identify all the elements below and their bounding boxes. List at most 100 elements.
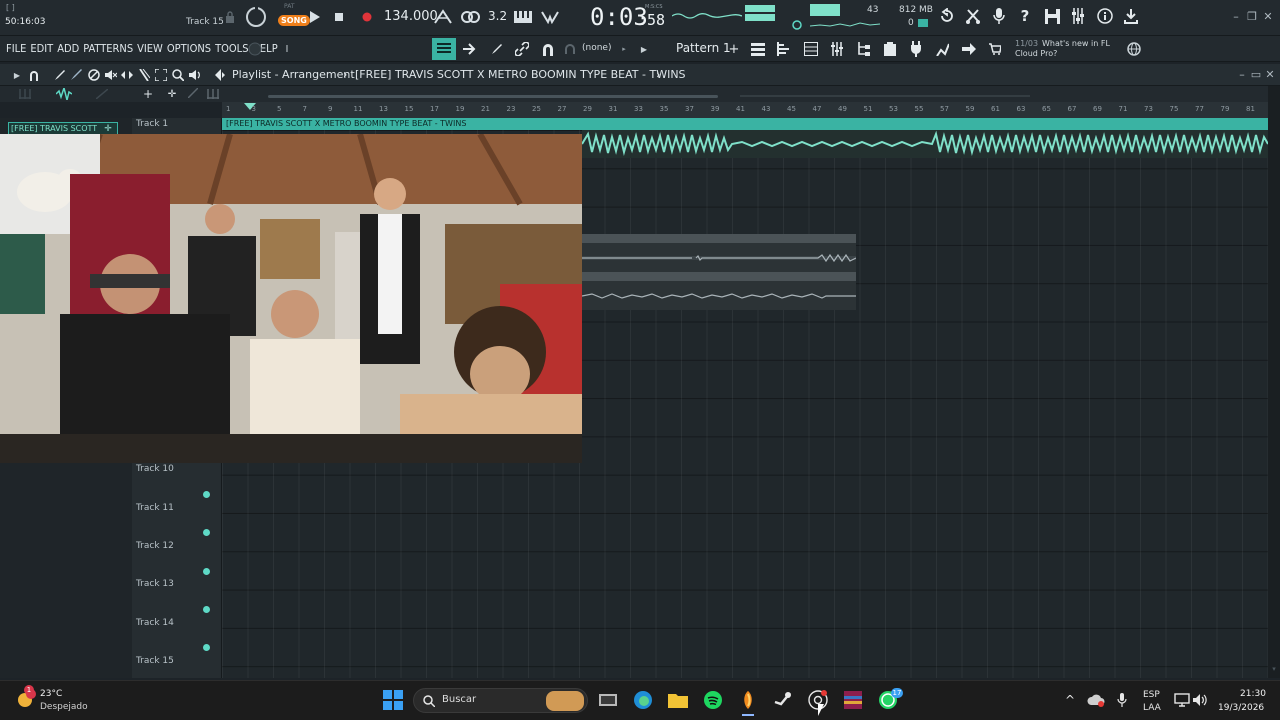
touch-controller-icon[interactable] [934, 41, 950, 57]
mode-pat-label[interactable]: PAT [284, 3, 295, 10]
lock-icon[interactable] [225, 11, 235, 23]
link-icon[interactable] [514, 41, 530, 57]
download-icon[interactable] [1122, 7, 1140, 25]
audio-preview-icon[interactable] [214, 68, 228, 82]
track-enable-led[interactable] [203, 529, 210, 536]
globe-icon[interactable] [1126, 41, 1142, 57]
track-label[interactable]: Track 1 [136, 119, 168, 129]
menu-tools[interactable]: TOOLS [215, 42, 248, 55]
zoom-scrollbar[interactable] [740, 95, 1030, 97]
vertical-scrollbar[interactable]: ▾ [1268, 86, 1280, 678]
menu-add[interactable]: ADD [57, 42, 79, 55]
playlist-window-icon[interactable] [803, 41, 819, 57]
browser-tree-icon[interactable] [856, 41, 872, 57]
magnet-snap-icon[interactable] [540, 41, 556, 57]
arrow-right-icon[interactable] [462, 41, 478, 57]
track-enable-led[interactable] [203, 491, 210, 498]
timeline-ruler[interactable]: 1 3 5 7 9 11 13 15 17 19 21 23 25 27 29 31 33 35 37 39 41 43 4… [222, 102, 1268, 118]
snap-dropdown-arrow[interactable]: ▸ [620, 44, 628, 54]
slip-tool-icon[interactable] [120, 68, 134, 82]
tempo-display[interactable]: 134.000 [384, 9, 438, 24]
slice-tool-icon[interactable] [137, 68, 151, 82]
menu-file[interactable]: FILE [6, 42, 26, 55]
file-explorer-icon[interactable] [666, 688, 690, 712]
step-edit-icon[interactable] [539, 8, 561, 26]
audio-clip-header[interactable]: [FREE] TRAVIS SCOTT X METRO BOOMIN TYPE … [222, 118, 1268, 130]
language-code[interactable]: ESP [1143, 690, 1160, 700]
channel-rack-icon[interactable] [750, 41, 766, 57]
metronome-icon[interactable] [433, 8, 453, 26]
news-headline-line2[interactable]: Cloud Pro? [1015, 49, 1057, 58]
help-icon[interactable]: ? [1016, 7, 1034, 25]
winrar-icon[interactable] [841, 688, 865, 712]
track-enable-led[interactable] [203, 568, 210, 575]
window-minimize-icon[interactable]: – [1228, 10, 1244, 24]
track-label[interactable]: Track 15 [136, 656, 174, 666]
scroll-arrows-icon[interactable]: ✛ [165, 87, 179, 101]
snap-select[interactable]: (none) [582, 43, 611, 53]
mixer-window-icon[interactable] [829, 41, 845, 57]
plugin-plug-icon[interactable] [908, 41, 924, 57]
tray-microphone-icon[interactable] [1110, 688, 1134, 712]
spotify-icon[interactable] [701, 688, 725, 712]
pattern-play-arrow[interactable]: ▶ [640, 44, 648, 54]
tray-overflow-icon[interactable]: ^ [1058, 688, 1082, 712]
menu-edit[interactable]: EDIT [30, 42, 53, 55]
undo-history-icon[interactable] [938, 7, 956, 25]
info-icon[interactable] [1096, 7, 1114, 25]
magnet-icon[interactable] [27, 68, 41, 82]
playlist-menu-arrow[interactable]: ▶ [12, 69, 22, 81]
edge-browser-icon[interactable] [631, 688, 655, 712]
pencil-tool-icon[interactable] [53, 68, 67, 82]
typing-keyboard-icon[interactable] [512, 8, 534, 26]
cut-icon[interactable] [964, 7, 982, 25]
track-label[interactable]: Track 14 [136, 618, 174, 628]
tray-cloud-icon[interactable] [1084, 688, 1108, 712]
playlist-close-icon[interactable]: ✕ [1262, 68, 1278, 82]
fl-studio-icon[interactable] [736, 688, 760, 712]
weather-desc[interactable]: Despejado [40, 702, 88, 712]
mixer-icon[interactable] [1069, 7, 1087, 25]
track-label[interactable]: Track 12 [136, 541, 174, 551]
weather-temp[interactable]: 23°C [40, 689, 62, 699]
loop-record-icon[interactable] [244, 5, 268, 29]
beat-display[interactable]: 3.2 [488, 9, 507, 23]
steam-icon[interactable] [771, 688, 795, 712]
main-pitch-knob[interactable] [246, 40, 264, 58]
draw-tool-icon[interactable] [489, 41, 505, 57]
playlist-view-button[interactable] [432, 38, 456, 60]
play-icon[interactable] [308, 9, 322, 25]
track-label[interactable]: Track 10 [136, 464, 174, 474]
mute-tool-icon[interactable] [104, 68, 118, 82]
volume-icon[interactable] [1189, 688, 1213, 712]
clipboard-icon[interactable] [882, 41, 898, 57]
taskbar-search-box[interactable]: Buscar [413, 688, 588, 713]
scroll-down-icon[interactable]: ▾ [1269, 664, 1279, 674]
clip-overlap-icon[interactable] [188, 88, 198, 98]
picker-grid-icon[interactable] [18, 88, 32, 100]
paint-brush-icon[interactable] [69, 68, 83, 82]
picker-waveform-icon[interactable] [56, 87, 72, 101]
horizontal-scrollbar[interactable] [268, 95, 718, 98]
zoom-tool-icon[interactable] [171, 68, 185, 82]
clock-date[interactable]: 19/3/2026 [1218, 703, 1264, 713]
picker-automation-icon[interactable] [95, 88, 109, 100]
windows-start-icon[interactable] [381, 688, 405, 712]
menu-options[interactable]: OPTIONS [167, 42, 211, 55]
pattern-selector[interactable]: Pattern 1 [676, 41, 731, 55]
task-view-icon[interactable] [596, 688, 620, 712]
master-volume-knob[interactable] [792, 20, 802, 30]
wait-for-input-icon[interactable] [459, 8, 481, 26]
keyboard-layout[interactable]: LAA [1143, 703, 1161, 713]
snap-icon[interactable] [564, 43, 576, 55]
shop-cart-icon[interactable] [987, 41, 1003, 57]
mode-song-toggle[interactable]: SONG [278, 15, 310, 26]
save-icon[interactable] [1043, 7, 1061, 25]
stop-icon[interactable] [333, 10, 345, 24]
add-track-icon[interactable]: + [142, 87, 154, 101]
piano-roll-icon[interactable] [776, 41, 792, 57]
grid-view-icon[interactable] [206, 87, 220, 101]
select-tool-icon[interactable] [154, 68, 168, 82]
menu-view[interactable]: VIEW [137, 42, 163, 55]
audio-clip-waveform[interactable] [582, 130, 1268, 158]
